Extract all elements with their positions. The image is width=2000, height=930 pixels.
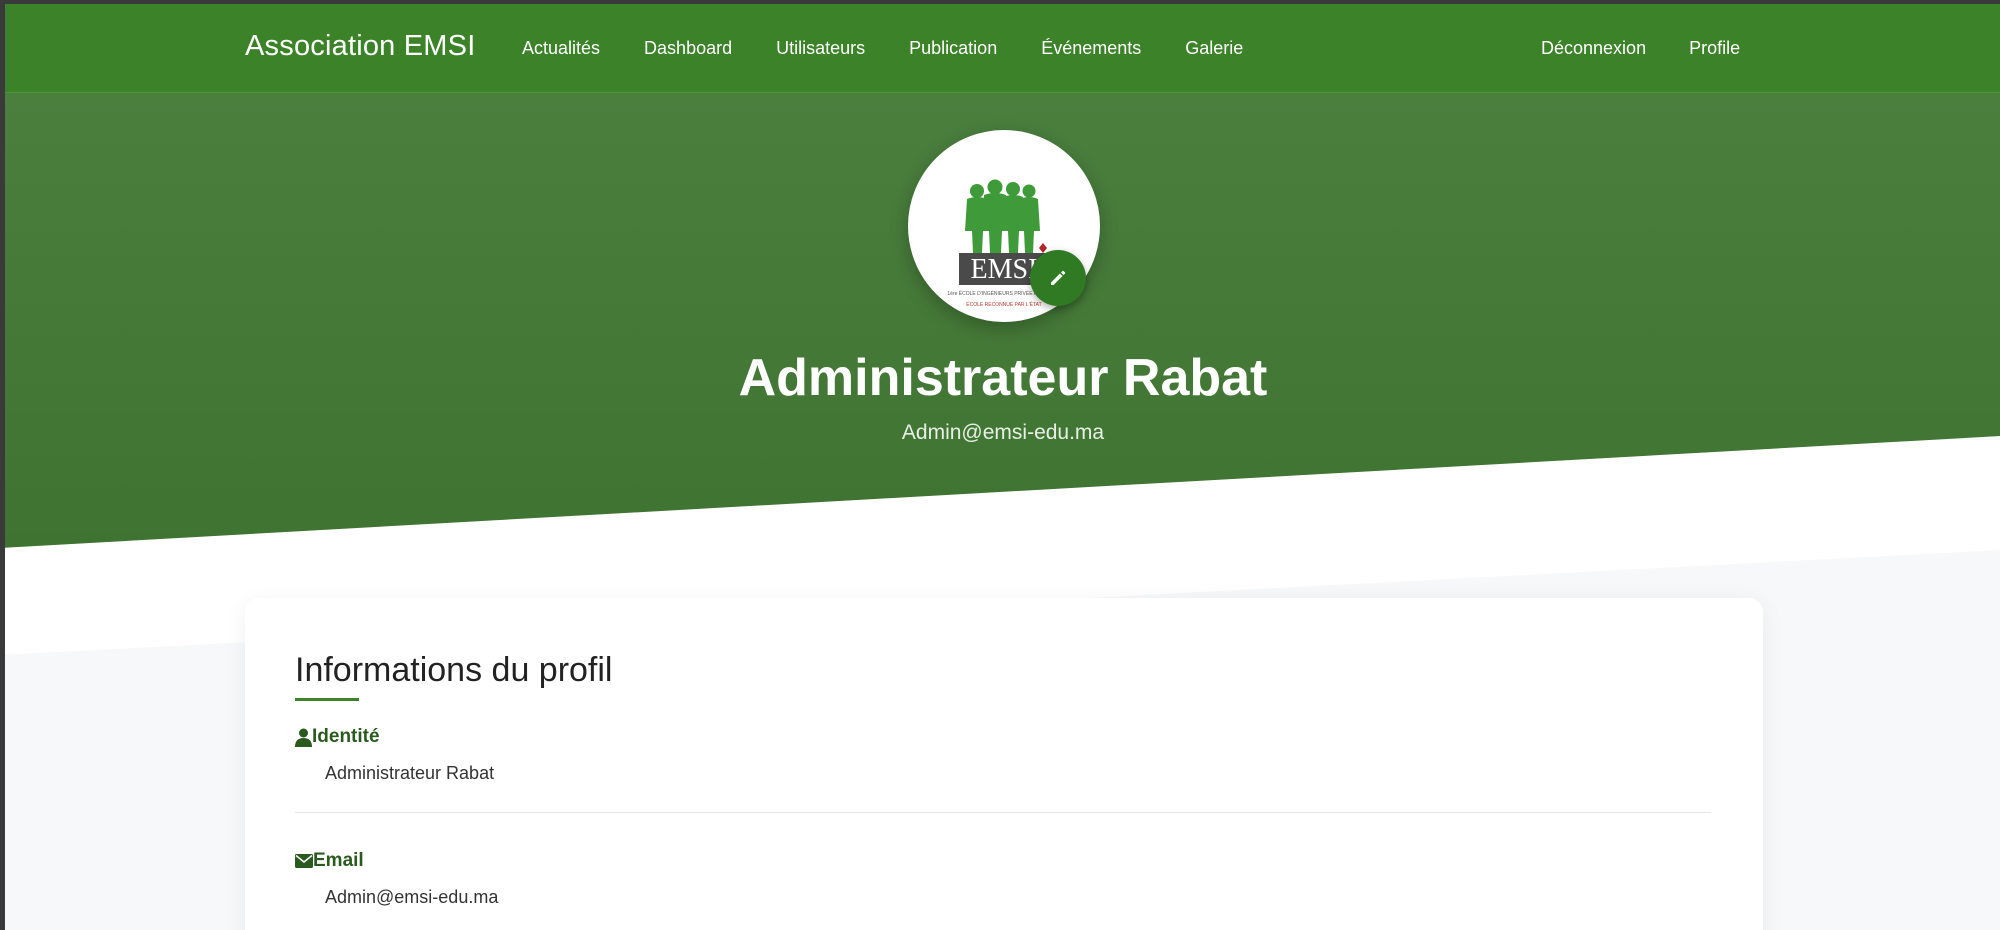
nav-link-evenements[interactable]: Événements bbox=[1041, 38, 1141, 59]
field-divider bbox=[295, 812, 1711, 813]
card-title: Informations du profil bbox=[295, 651, 613, 689]
envelope-icon bbox=[295, 854, 313, 868]
nav-link-dashboard[interactable]: Dashboard bbox=[644, 38, 732, 59]
title-underline bbox=[295, 698, 359, 701]
nav-link-deconnexion[interactable]: Déconnexion bbox=[1541, 38, 1646, 59]
profile-info-card: Informations du profil Identité Administ… bbox=[245, 598, 1763, 930]
avatar-wrapper: EMSI 1ère ÉCOLE D'INGÉNIEURS PRIVÉE AU M… bbox=[908, 130, 1100, 322]
nav-link-galerie[interactable]: Galerie bbox=[1185, 38, 1243, 59]
window-frame-top bbox=[0, 0, 2000, 4]
field-label-text: Email bbox=[313, 850, 364, 871]
field-label-identite: Identité bbox=[295, 726, 380, 748]
top-navbar: Association EMSI Actualités Dashboard Ut… bbox=[0, 0, 2000, 93]
pencil-icon bbox=[1051, 270, 1066, 285]
edit-avatar-button[interactable] bbox=[1030, 250, 1086, 306]
svg-text:ÉCOLE RECONNUE PAR L'ÉTAT: ÉCOLE RECONNUE PAR L'ÉTAT bbox=[966, 301, 1041, 308]
window-frame-left bbox=[0, 0, 5, 930]
field-value-email: Admin@emsi-edu.ma bbox=[325, 887, 499, 907]
brand-link[interactable]: Association EMSI bbox=[245, 30, 475, 63]
svg-text:EMSI: EMSI bbox=[971, 254, 1038, 285]
nav-right-links: Déconnexion Profile bbox=[1541, 38, 1783, 59]
field-label-email: Email bbox=[295, 850, 364, 872]
field-value-identite: Administrateur Rabat bbox=[325, 763, 495, 783]
field-label-text: Identité bbox=[312, 726, 380, 747]
user-icon bbox=[295, 728, 312, 747]
profile-email: Admin@emsi-edu.ma bbox=[901, 421, 1105, 444]
profile-name: Administrateur Rabat bbox=[738, 349, 1268, 407]
nav-link-actualites[interactable]: Actualités bbox=[522, 38, 600, 59]
nav-link-utilisateurs[interactable]: Utilisateurs bbox=[776, 38, 865, 59]
nav-links: Actualités Dashboard Utilisateurs Public… bbox=[522, 38, 1287, 59]
nav-link-publication[interactable]: Publication bbox=[909, 38, 997, 59]
nav-link-profile[interactable]: Profile bbox=[1689, 38, 1740, 59]
